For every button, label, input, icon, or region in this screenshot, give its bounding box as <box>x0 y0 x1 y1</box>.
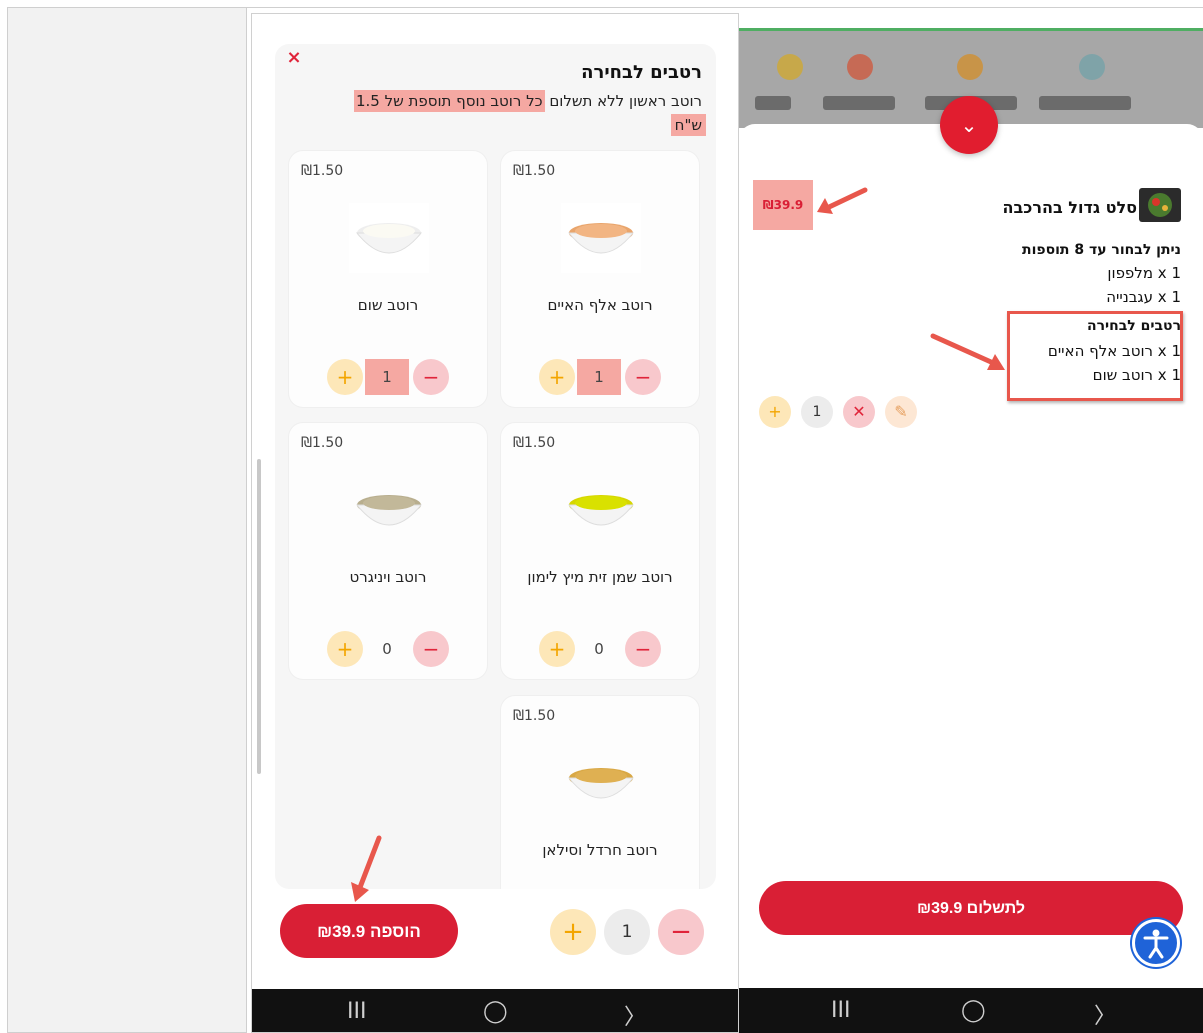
status-strip <box>739 28 1203 31</box>
increase-button[interactable]: + <box>539 631 575 667</box>
item-quantity: 1 <box>604 909 650 955</box>
home-icon[interactable]: ◯ <box>483 999 508 1024</box>
recents-icon[interactable]: III <box>831 998 850 1023</box>
sauce-price: ₪1.50 <box>301 435 344 451</box>
item-quantity: 1 <box>801 396 833 428</box>
decrease-button[interactable]: − <box>625 359 661 395</box>
increase-button[interactable]: + <box>539 359 575 395</box>
olive-oil-lemon-bowl-icon <box>567 495 635 526</box>
document-left-cell <box>7 7 247 1033</box>
salad-thumbnail <box>1139 188 1181 222</box>
quantity-value: 1 <box>577 359 621 395</box>
chevron-down-icon[interactable]: ⌄ <box>940 96 998 154</box>
vinaigrette-bowl-icon <box>355 495 423 526</box>
category-icon <box>847 54 873 80</box>
sauce-card[interactable]: ₪1.50 רוטב שום + 1 − <box>289 151 487 407</box>
thousand-island-bowl-icon <box>561 203 641 273</box>
increase-button[interactable]: + <box>327 359 363 395</box>
phone-screenshot-sauce-picker: × רטבים לבחירה רוטב ראשון ללא תשלום כל ר… <box>251 13 739 1033</box>
android-nav-bar: III ◯ 〉 <box>739 988 1203 1033</box>
extra-line: 1 x עגבנייה <box>1106 288 1181 306</box>
item-price: ₪39.9 <box>753 180 813 230</box>
sauce-price: ₪1.50 <box>513 435 556 451</box>
sauce-name: רוטב שום <box>357 296 419 314</box>
increase-item-button[interactable]: + <box>759 396 791 428</box>
desc-plain: רוטב ראשון ללא תשלום <box>549 92 702 110</box>
annotation-highlight-box <box>1007 311 1183 401</box>
remove-item-button[interactable]: ✕ <box>843 396 875 428</box>
back-icon[interactable]: 〉 <box>1094 998 1116 1030</box>
recents-icon[interactable]: III <box>347 999 366 1024</box>
category-icon <box>957 54 983 80</box>
sauce-name: רוטב שמן זית מיץ לימון <box>527 568 673 586</box>
checkout-button[interactable]: לתשלום ₪39.9 <box>759 881 1183 935</box>
scrollbar[interactable] <box>257 459 261 774</box>
back-icon[interactable]: 〉 <box>624 999 646 1031</box>
mustard-silan-bowl-icon <box>567 768 635 799</box>
annotation-arrow-icon <box>817 187 868 214</box>
sauce-price: ₪1.50 <box>513 163 556 179</box>
annotation-arrow-icon <box>930 333 1005 370</box>
increase-button[interactable]: + <box>327 631 363 667</box>
annotation-arrow-icon <box>351 835 382 902</box>
quantity-value: 0 <box>594 640 604 658</box>
sauce-card[interactable]: ₪1.50 רוטב חרדל וסילאן <box>501 696 699 889</box>
decrease-button[interactable]: − <box>625 631 661 667</box>
category-chip <box>1039 96 1131 110</box>
quantity-value: 1 <box>365 359 409 395</box>
sauce-name: רוטב ויניגרט <box>349 568 427 586</box>
edit-item-button[interactable]: ✎ <box>885 396 917 428</box>
category-chip <box>755 96 791 110</box>
category-icon <box>777 54 803 80</box>
item-title: סלט גדול בהרכבה <box>1002 198 1137 217</box>
home-icon[interactable]: ◯ <box>961 998 986 1023</box>
category-chip <box>823 96 895 110</box>
desc-highlight-2: ש"ח <box>670 114 706 136</box>
quantity-value: 0 <box>382 640 392 658</box>
sheet-description: רוטב ראשון ללא תשלום כל רוטב נוסף תוספת … <box>353 90 702 112</box>
decrease-button[interactable]: − <box>413 631 449 667</box>
sauce-price: ₪1.50 <box>301 163 344 179</box>
sauce-name: רוטב אלף האיים <box>547 296 653 314</box>
accessibility-icon[interactable] <box>1132 919 1180 967</box>
section-heading-extras: ניתן לבחור עד 8 תוספות <box>1022 242 1181 258</box>
document-top-border <box>247 7 1203 8</box>
sauce-card[interactable]: ₪1.50 רוטב ויניגרט + 0 − <box>289 423 487 679</box>
sauce-card[interactable]: ₪1.50 רוטב שמן זית מיץ לימון + 0 − <box>501 423 699 679</box>
decrease-button[interactable]: − <box>413 359 449 395</box>
phone-screenshot-cart: ⌄ סלט גדול בהרכבה ₪39.9 ניתן לבחור עד 8 … <box>739 28 1203 1033</box>
extra-line: 1 x מלפפון <box>1107 264 1181 282</box>
desc-highlight: כל רוטב נוסף תוספת של 1.5 <box>353 90 545 112</box>
sauce-name: רוטב חרדל וסילאן <box>542 841 658 859</box>
category-icon <box>1079 54 1105 80</box>
sauce-card[interactable]: ₪1.50 רוטב אלף האיים + 1 − <box>501 151 699 407</box>
add-to-cart-button[interactable]: הוספה ₪39.9 <box>280 904 458 958</box>
sheet-title: רטבים לבחירה <box>581 62 702 83</box>
garlic-sauce-bowl-icon <box>349 203 429 273</box>
sauce-price: ₪1.50 <box>513 708 556 724</box>
decrease-item-button[interactable]: − <box>658 909 704 955</box>
increase-item-button[interactable]: + <box>550 909 596 955</box>
close-icon[interactable]: × <box>280 44 308 72</box>
android-nav-bar: III ◯ 〉 <box>252 989 738 1032</box>
